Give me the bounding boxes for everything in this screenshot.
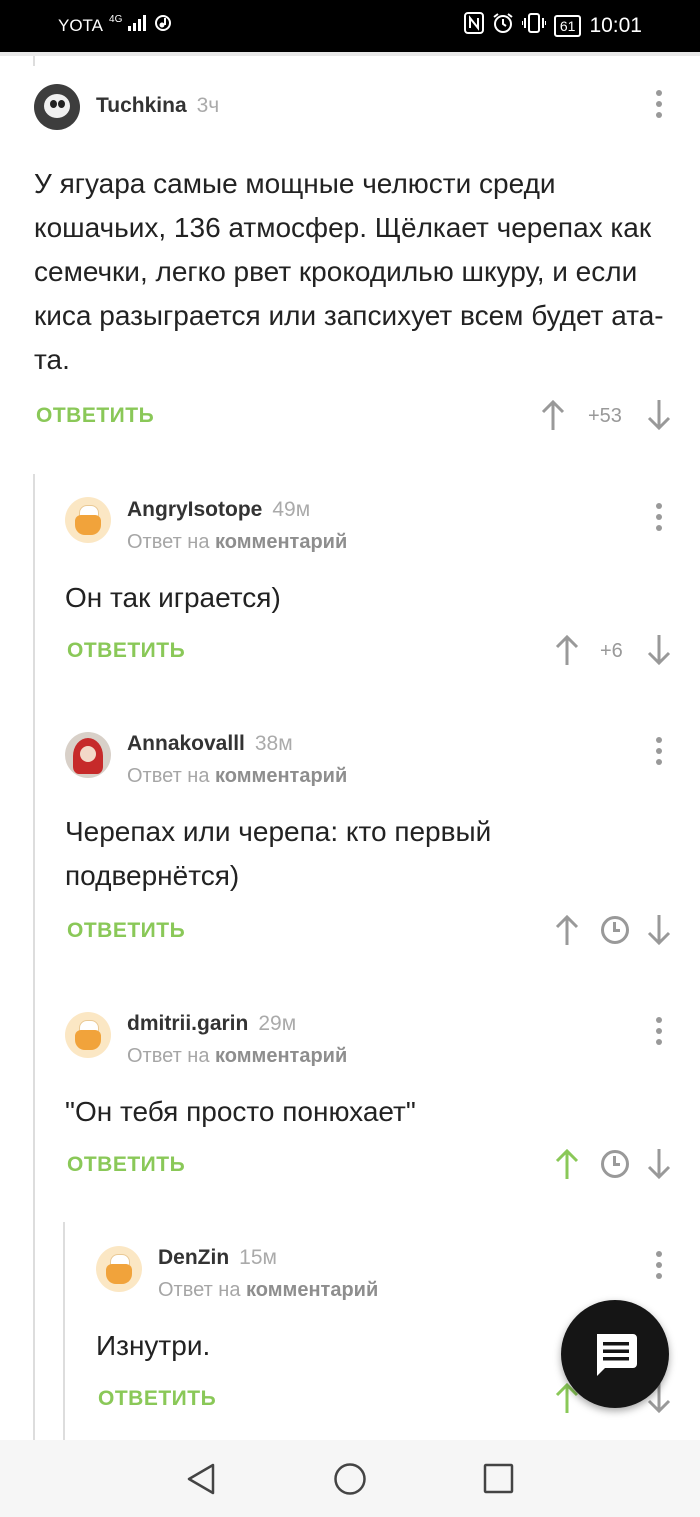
comment-text: У ягуара самые мощные челюсти среди коша… [34, 168, 664, 375]
top-divider [0, 52, 700, 56]
more-options-icon[interactable] [654, 737, 662, 769]
comment-icon [597, 1334, 637, 1376]
signal-icon [128, 15, 148, 36]
panda-face [44, 94, 70, 118]
reply-button[interactable]: ОТВЕТИТЬ [67, 1153, 185, 1177]
avatar[interactable] [65, 1012, 111, 1058]
reply-to-link[interactable]: комментарий [246, 1279, 378, 1301]
clock-time: 10:01 [589, 13, 642, 37]
downvote-icon[interactable] [646, 398, 672, 437]
thread-line-stub [33, 56, 35, 66]
more-options-icon[interactable] [654, 503, 662, 535]
cook-face [75, 1030, 101, 1050]
more-options-icon[interactable] [654, 90, 662, 122]
downvote-icon[interactable] [646, 633, 672, 672]
reply-to-link[interactable]: комментарий [215, 1045, 347, 1067]
recents-icon[interactable] [483, 1463, 515, 1500]
cook-face [75, 515, 101, 535]
reply-to-link[interactable]: комментарий [215, 765, 347, 787]
comment-text: "Он тебя просто понюхает" [65, 1096, 416, 1127]
vibrate-icon [520, 12, 547, 39]
status-bar: YOTA 4G 61 10:01 [0, 0, 700, 52]
reply-to-label: Ответ на комментарий [158, 1279, 379, 1301]
avatar[interactable] [34, 84, 80, 130]
nfc-icon [463, 12, 484, 39]
comment-time: 29м [258, 1012, 297, 1035]
panda-eye [58, 100, 65, 108]
reply-button[interactable]: ОТВЕТИТЬ [36, 404, 154, 428]
cook-face [106, 1264, 132, 1284]
reply-button[interactable]: ОТВЕТИТЬ [67, 919, 185, 943]
reply-button[interactable]: ОТВЕТИТЬ [98, 1387, 216, 1411]
more-options-icon[interactable] [654, 1017, 662, 1049]
alarm-icon [492, 12, 514, 39]
username[interactable]: Tuchkina 3ч [96, 94, 219, 118]
comment-time: 38м [254, 732, 293, 755]
avatar[interactable] [65, 497, 111, 543]
upvote-icon[interactable] [554, 633, 580, 672]
downvote-icon[interactable] [646, 913, 672, 952]
more-options-icon[interactable] [654, 1251, 662, 1283]
comment-time: 49м [272, 498, 311, 521]
carrier-label: YOTA [58, 15, 104, 35]
username[interactable]: dmitrii.garin 29м [127, 1012, 296, 1036]
username[interactable]: Annakovalll 38м [127, 732, 293, 756]
thread-line [63, 1222, 65, 1440]
avatar[interactable] [65, 732, 111, 778]
downvote-icon[interactable] [646, 1147, 672, 1186]
clock-icon [601, 916, 629, 944]
music-icon [154, 14, 172, 37]
thread-line [33, 474, 35, 1440]
upvote-icon[interactable] [554, 1147, 580, 1186]
username[interactable]: AngryIsotope 49м [127, 498, 310, 522]
comment-time: 15м [239, 1246, 277, 1269]
username[interactable]: DenZin 15м [158, 1246, 277, 1270]
upvote-icon[interactable] [554, 913, 580, 952]
comment-text: Изнутри. [96, 1330, 211, 1361]
reply-button[interactable]: ОТВЕТИТЬ [67, 639, 185, 663]
comment-time: 3ч [196, 94, 220, 117]
back-icon[interactable] [185, 1462, 217, 1501]
comment-text: Черепах или черепа: кто первый подвернёт… [65, 816, 492, 891]
avatar-face [80, 746, 96, 762]
write-comment-button[interactable] [561, 1300, 669, 1408]
clock-icon [601, 1150, 629, 1178]
panda-eye [50, 100, 57, 108]
rating-value: +6 [600, 640, 623, 662]
home-icon[interactable] [333, 1462, 367, 1501]
comment-text: Он так играется) [65, 582, 281, 613]
upvote-icon[interactable] [540, 398, 566, 437]
reply-to-label: Ответ на комментарий [127, 531, 348, 553]
reply-to-label: Ответ на комментарий [127, 1045, 348, 1067]
reply-to-link[interactable]: комментарий [215, 531, 347, 553]
navigation-bar [0, 1440, 700, 1517]
reply-to-label: Ответ на комментарий [127, 765, 348, 787]
rating-value: +53 [588, 405, 622, 427]
battery-indicator: 61 [553, 14, 582, 37]
status-right: 61 10:01 [463, 12, 642, 39]
network-type: 4G [109, 14, 123, 25]
avatar[interactable] [96, 1246, 142, 1292]
status-left: YOTA 4G [58, 14, 172, 37]
